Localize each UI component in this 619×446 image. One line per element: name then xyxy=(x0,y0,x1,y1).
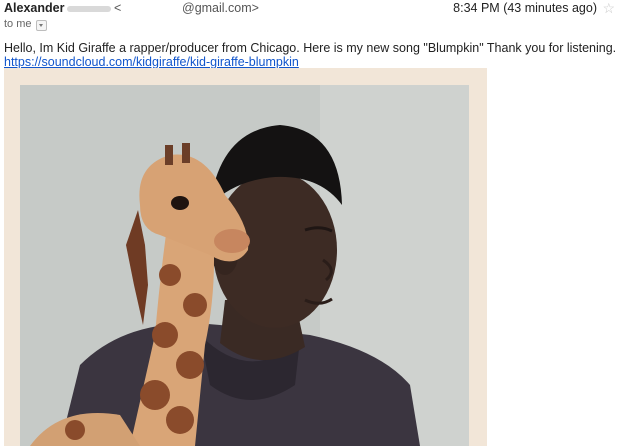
redacted-surname xyxy=(67,6,111,12)
soundcloud-link[interactable]: https://soundcloud.com/kidgiraffe/kid-gi… xyxy=(4,55,299,69)
email-body-text: Hello, Im Kid Giraffe a rapper/producer … xyxy=(4,41,617,55)
sender-email: @gmail.com> xyxy=(182,1,259,15)
recipient-label: to me xyxy=(4,18,32,30)
chevron-down-icon[interactable] xyxy=(36,20,47,31)
photo-illustration xyxy=(20,85,469,446)
timestamp: 8:34 PM (43 minutes ago) xyxy=(453,1,597,15)
attached-photo[interactable] xyxy=(20,85,469,446)
sender-name[interactable]: Alexander xyxy=(4,1,64,15)
star-icon[interactable]: ☆ xyxy=(602,0,615,17)
email-header: Alexander < @gmail.com> 8:34 PM (43 minu… xyxy=(0,0,619,31)
sender-bracket: < xyxy=(114,1,122,15)
